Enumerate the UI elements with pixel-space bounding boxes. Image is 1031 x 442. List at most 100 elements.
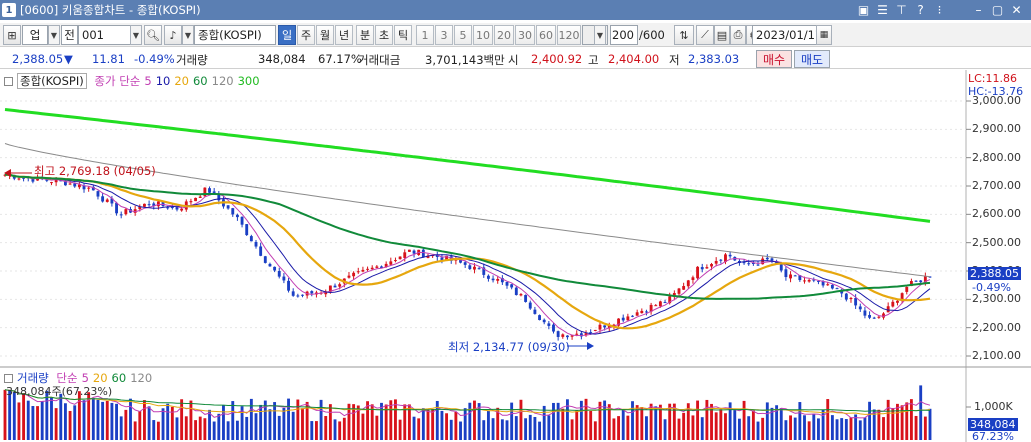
quote-bar: 2,388.05 ▼ 11.81 -0.49% 거래량 348,084 67.1… [0,49,1031,69]
candle-body [175,207,179,210]
period-year[interactable]: 년 [335,25,353,45]
custom-interval-dropdown-icon[interactable]: ▼ [594,25,606,45]
more-icon[interactable]: ⁝ [931,2,948,18]
volume-bar [561,408,565,440]
volume-bar [919,385,923,440]
candle-body [370,267,374,270]
volume-bar [486,410,490,440]
count-input[interactable]: 200 [610,25,638,45]
volume-bar [803,415,806,440]
price-legend-checkbox[interactable] [4,77,13,86]
candle-body [710,264,713,267]
maximize-icon[interactable]: ▢ [989,2,1006,18]
save-icon[interactable]: ▤ [714,25,730,45]
candle-body [877,316,881,318]
buy-button[interactable]: 매수 [756,50,792,68]
volume-bar [380,402,383,440]
volume-bar [22,392,26,440]
pin-icon[interactable]: ⊤ [893,2,910,18]
candle-body [538,315,541,321]
interval-10[interactable]: 10 [473,25,493,45]
candle-body [589,332,593,334]
speaker-icon[interactable]: ♪ [164,25,182,45]
line-tool-icon[interactable]: ⟋ [696,25,714,45]
candle-body [714,260,718,264]
volume-bar [612,418,616,440]
calendar-icon[interactable]: ▦ [816,25,832,45]
volume-bar [375,415,379,440]
candle-body [407,249,411,252]
candle-body [366,268,369,270]
candle-body [282,276,286,281]
print-icon[interactable]: ⎙ [730,25,746,45]
volume-bar [575,410,579,440]
volume-bar [147,406,151,440]
price-legend-ma5: 5 [144,74,152,88]
candle-body [87,187,91,189]
volume-bar [54,408,58,440]
sell-button[interactable]: 매도 [794,50,830,68]
candle-body [663,302,667,304]
candle-body [510,284,514,288]
compare-icon[interactable]: ⇅ [674,25,694,45]
market-type-dropdown-icon[interactable]: ▼ [48,25,60,45]
volume-bar [268,409,272,440]
candle-body [603,325,607,328]
volume-bar [626,415,630,440]
layout-icon[interactable]: ▣ [855,2,872,18]
period-tick[interactable]: 틱 [394,25,412,45]
candle-body [421,249,425,258]
chart-menu-icon[interactable]: ⊞ [3,25,21,45]
help-icon[interactable]: ? [912,2,929,18]
price-legend-ma10: 10 [155,74,171,88]
volume-legend-ma120: 120 [130,371,153,385]
interval-120[interactable]: 120 [557,25,581,45]
minimize-icon[interactable]: – [970,2,987,18]
volume-bar [621,409,625,440]
candle-body [50,182,53,184]
chart-area[interactable]: 종합(KOSPI) 종가 단순 5 10 20 60 120 300 LC:11.86 HC… [0,70,1031,442]
candle-body [96,191,100,197]
interval-30[interactable]: 30 [515,25,535,45]
code-dropdown-icon[interactable]: ▼ [130,25,142,45]
volume-bar [463,408,467,440]
candle-body [770,258,774,261]
interval-60[interactable]: 60 [536,25,556,45]
candle-body [254,241,258,247]
volume-bar [440,410,444,440]
volume-bar [468,402,472,440]
high-annotation: 최고 2,769.18 (04/05) [34,164,156,178]
volume-bar [817,418,820,440]
volume-bar [840,418,844,440]
period-month[interactable]: 월 [316,25,334,45]
low-value: 2,383.03 [688,52,740,66]
period-minute[interactable]: 분 [356,25,374,45]
volume-bar [756,421,760,440]
volume-bar [421,408,425,440]
period-week[interactable]: 주 [297,25,315,45]
search-icon[interactable]: 🔍︎ [144,25,162,45]
open-label: 시 [508,53,519,67]
interval-3[interactable]: 3 [435,25,453,45]
period-second[interactable]: 초 [375,25,393,45]
volume-bar [245,416,249,440]
speaker-dropdown-icon[interactable]: ▼ [182,25,194,45]
candle-body [249,236,253,242]
close-icon[interactable]: ✕ [1008,2,1025,18]
chart-canvas[interactable] [0,70,1031,442]
volume-legend-checkbox[interactable] [4,374,13,383]
candle-body [477,268,481,270]
volume-bar [310,421,314,440]
list-icon[interactable]: ☰ [874,2,891,18]
market-type-select[interactable]: 업 [22,25,48,45]
candle-body [747,263,751,265]
interval-1[interactable]: 1 [416,25,434,45]
volume-bar [17,402,21,440]
change-value: 11.81 [92,52,125,66]
candle-body [919,280,923,283]
volume-bar [631,401,634,440]
period-day[interactable]: 일 [278,25,296,45]
interval-5[interactable]: 5 [454,25,472,45]
volume-bar [291,411,295,440]
interval-20[interactable]: 20 [494,25,514,45]
